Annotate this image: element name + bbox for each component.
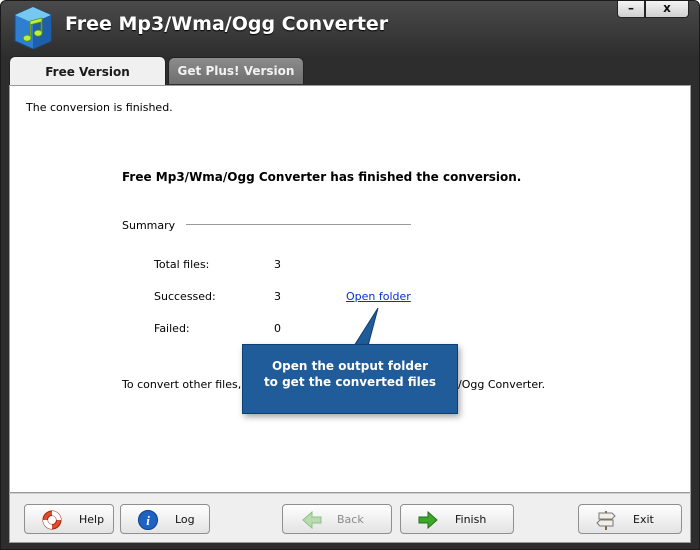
minimize-button[interactable]: – [617,1,645,18]
window-controls: – x [617,1,689,19]
finished-heading: Free Mp3/Wma/Ogg Converter has finished … [122,170,522,184]
app-window: Free Mp3/Wma/Ogg Converter – x Free Vers… [0,0,700,550]
tab-free-version[interactable]: Free Version [9,56,166,86]
info-icon: i [138,510,158,530]
successed-value: 3 [274,290,281,303]
exit-button[interactable]: Exit [578,504,682,534]
app-music-icon [14,6,52,50]
back-button[interactable]: Back [282,504,392,534]
convert-instruction-suffix: /Ogg Converter. [458,378,546,391]
finish-button[interactable]: Finish [400,504,514,534]
help-button-label: Help [79,513,105,526]
exit-button-label: Exit [633,513,654,526]
tab-get-plus-version[interactable]: Get Plus! Version [168,57,304,84]
callout-line-2: to get the converted files [263,375,437,389]
total-files-label: Total files: [154,258,210,271]
failed-value: 0 [274,322,281,335]
tab-strip: Free Version Get Plus! Version [9,55,304,86]
failed-label: Failed: [154,322,190,335]
log-button-label: Log [175,513,195,526]
convert-instruction-prefix: To convert other files, cli [122,378,257,391]
summary-divider [186,224,411,225]
close-button[interactable]: x [645,1,689,18]
summary-label: Summary [122,219,176,232]
back-button-label: Back [337,513,364,526]
status-text: The conversion is finished. [26,101,173,114]
arrow-right-icon [418,510,438,530]
tooltip-callout: Open the output folder to get the conver… [242,344,458,414]
convert-instruction: To convert other files, cli /Ogg Convert… [122,378,545,391]
arrow-left-icon [302,510,322,530]
open-folder-link[interactable]: Open folder [346,290,411,303]
title-bar: Free Mp3/Wma/Ogg Converter – x [1,1,699,53]
total-files-value: 3 [274,258,281,271]
window-title: Free Mp3/Wma/Ogg Converter [65,13,389,35]
callout-line-1: Open the output folder [271,359,429,373]
log-button[interactable]: i Log [120,504,210,534]
signpost-icon [596,511,616,530]
successed-label: Successed: [154,290,216,303]
callout-pointer [353,308,379,347]
finish-button-label: Finish [455,513,487,526]
svg-text:i: i [146,513,150,528]
help-button[interactable]: Help [24,504,114,534]
lifebuoy-icon [42,510,62,530]
button-bar: Help i Log Back Finish Exit [9,493,691,543]
main-panel: The conversion is finished. Free Mp3/Wma… [9,85,691,493]
